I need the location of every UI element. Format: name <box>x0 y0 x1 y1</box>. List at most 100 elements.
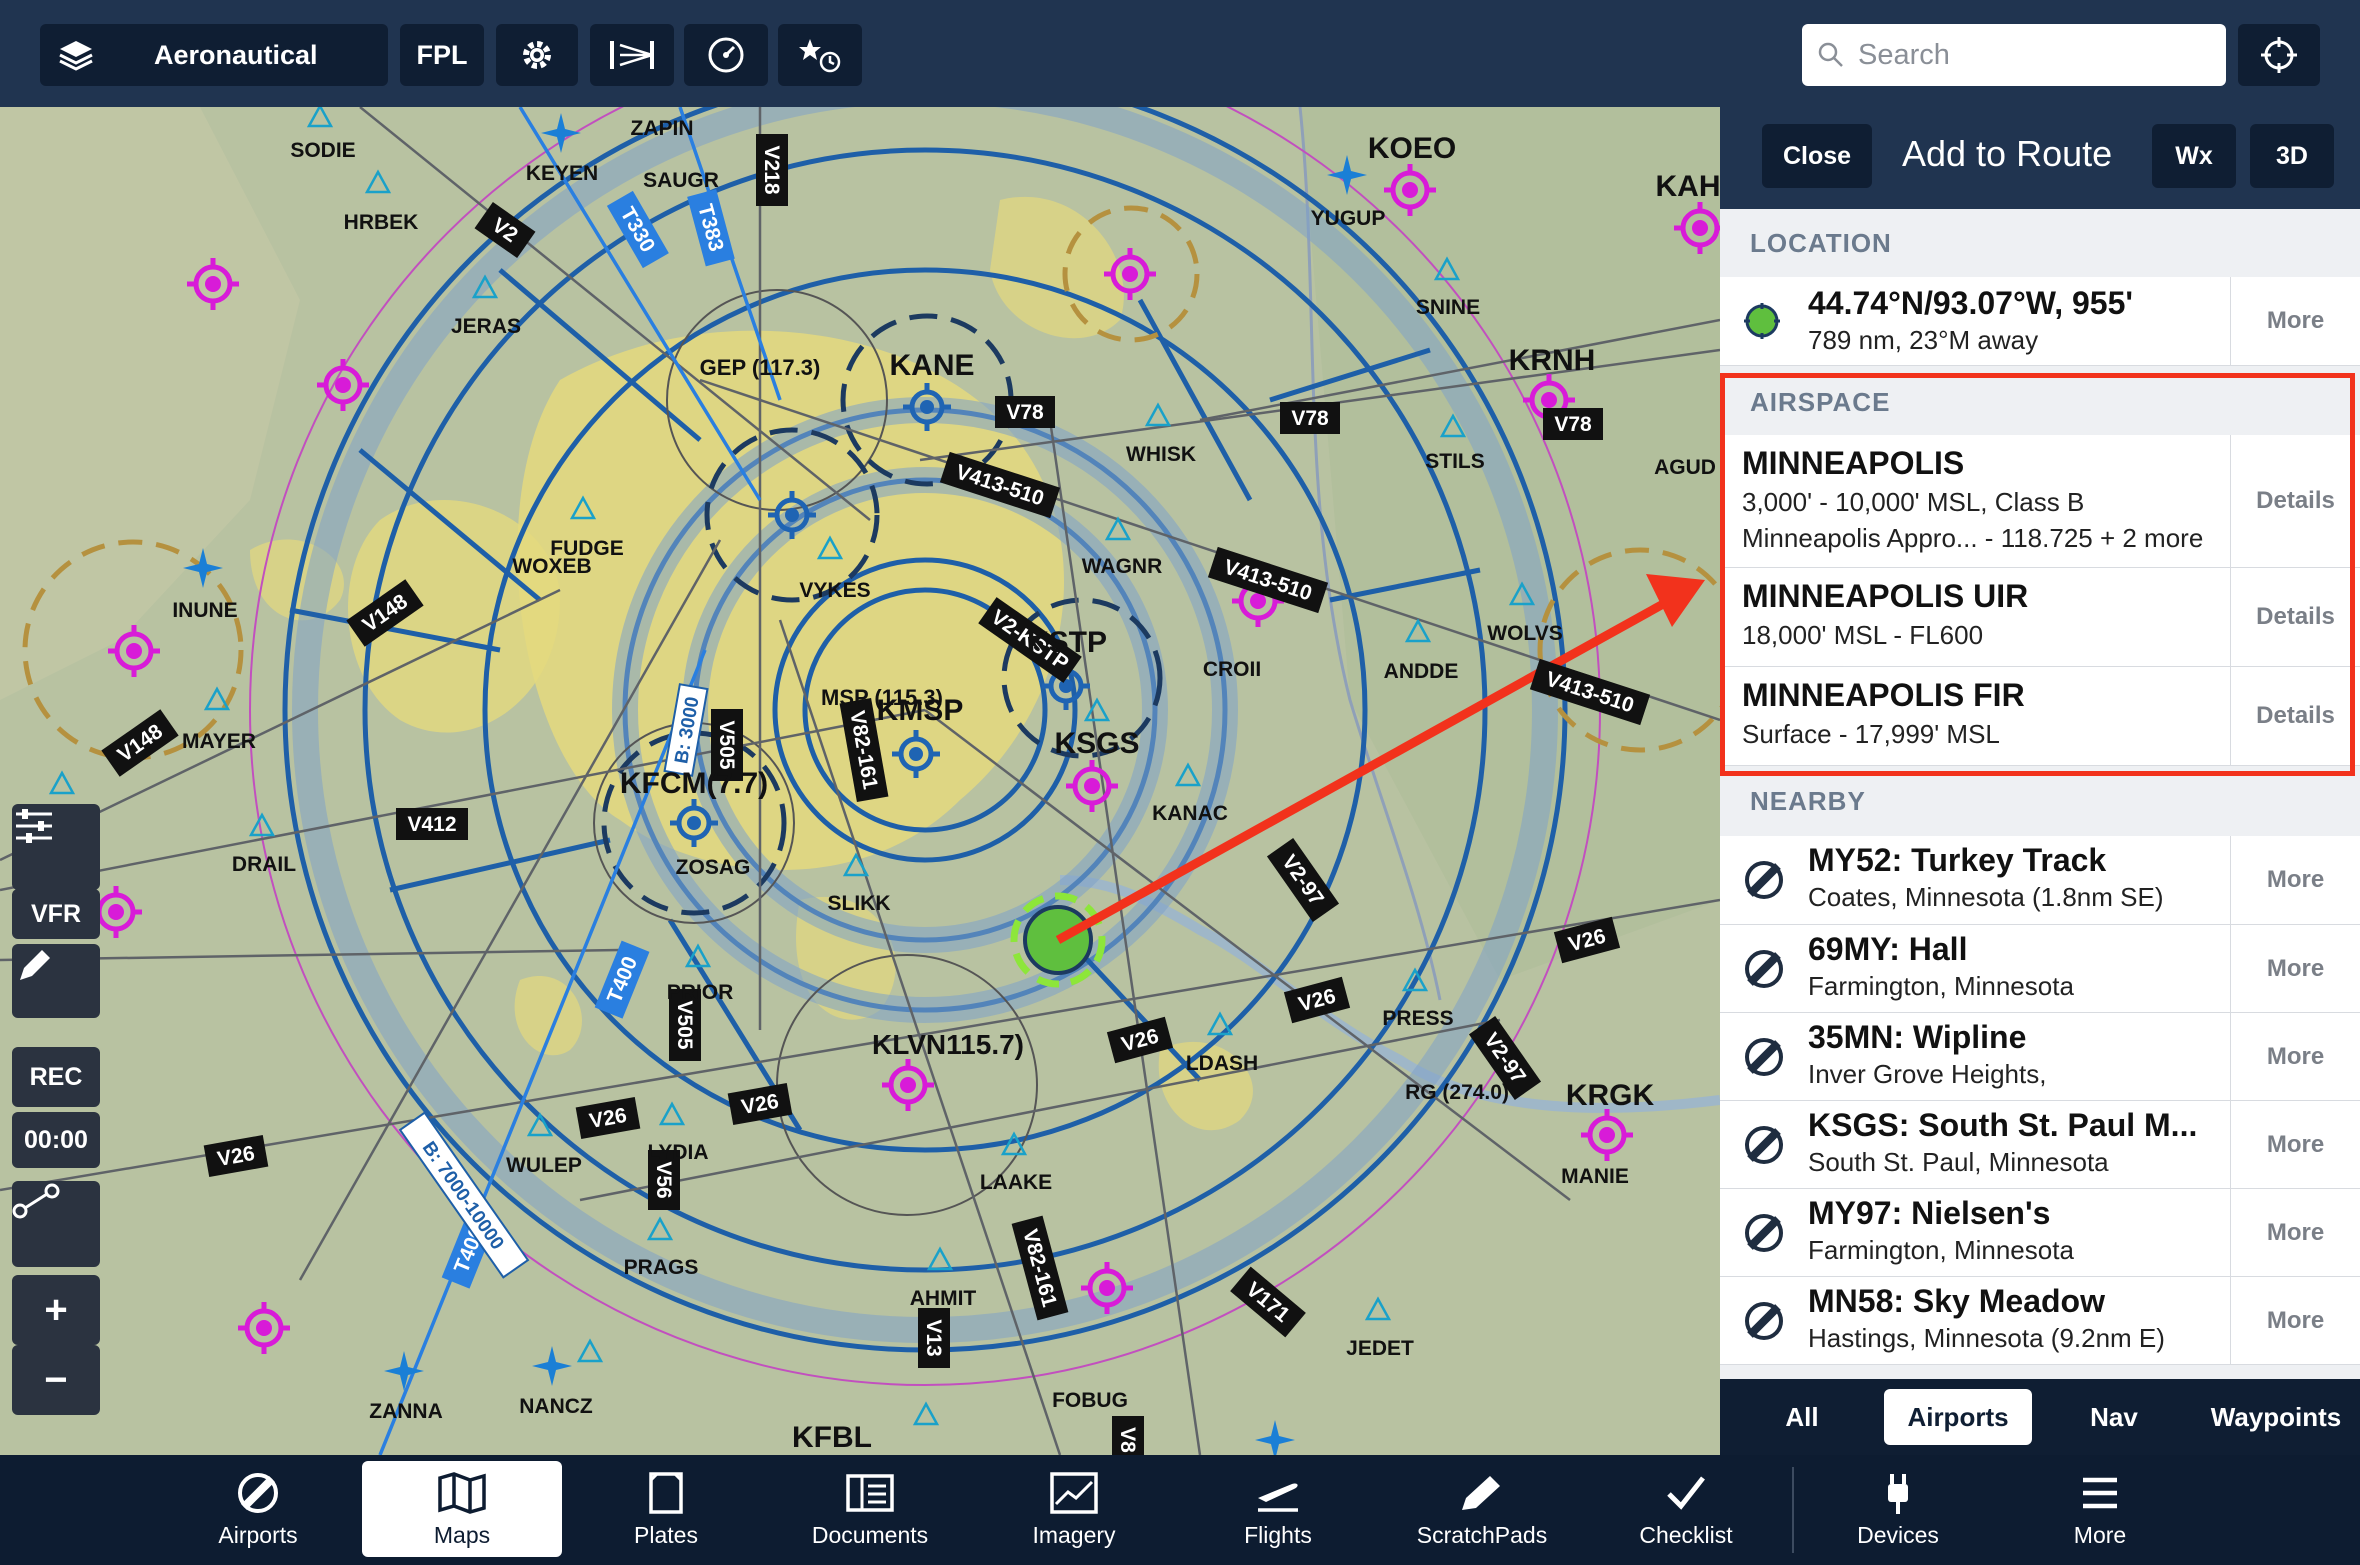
tab-devices[interactable]: Devices <box>1798 1461 1998 1557</box>
search-icon <box>1818 42 1843 67</box>
filter-waypoints[interactable]: Waypoints <box>2196 1389 2356 1445</box>
tab-documents[interactable]: Documents <box>770 1461 970 1557</box>
filter-airports[interactable]: Airports <box>1884 1389 2032 1445</box>
top-toolbar: Aeronautical FPL Search <box>0 0 2360 107</box>
star-clock-icon <box>799 39 841 73</box>
bottom-tab-bar: Airports Maps Plates Documents Imagery F… <box>0 1455 2360 1565</box>
airspace-header: AIRSPACE <box>1750 387 1891 417</box>
panel-title: Add to Route <box>1902 133 2113 174</box>
airspace-row[interactable]: MINNEAPOLIS 3,000' - 10,000' MSL, Class … <box>1720 435 2360 568</box>
svg-text:PRAGS: PRAGS <box>624 1256 699 1279</box>
nearby-more-button[interactable]: More <box>2230 1013 2360 1100</box>
nearby-row[interactable]: 69MY: Hall Farmington, Minnesota More <box>1720 925 2360 1013</box>
airspace-details-button[interactable]: Details <box>2230 568 2360 666</box>
gauge-icon <box>708 37 744 73</box>
tab-airports[interactable]: Airports <box>158 1461 358 1557</box>
nearby-row[interactable]: MY97: Nielsen's Farmington, Minnesota Mo… <box>1720 1189 2360 1277</box>
svg-text:WOLVS: WOLVS <box>1487 622 1562 645</box>
tab-scratchpads[interactable]: ScratchPads <box>1382 1461 1582 1557</box>
filter-nav[interactable]: Nav <box>2044 1389 2184 1445</box>
tab-checklist[interactable]: Checklist <box>1586 1461 1786 1557</box>
flights-icon <box>1258 1483 1298 1512</box>
tab-label: Documents <box>811 1522 929 1548</box>
svg-text:ZANNA: ZANNA <box>369 1400 443 1423</box>
panel-header: Close Add to Route Wx 3D <box>1720 107 2360 209</box>
airport-icon <box>1745 1302 1783 1340</box>
nearby-location: South St. Paul, Minnesota <box>1808 1147 2109 1177</box>
settings-button[interactable] <box>496 24 578 86</box>
tab-plates[interactable]: Plates <box>566 1461 766 1557</box>
close-button[interactable]: Close <box>1762 124 1872 188</box>
favorites-recents-button[interactable] <box>778 24 862 86</box>
tab-label: Imagery <box>1032 1522 1116 1548</box>
svg-text:KSTP: KSTP <box>1027 626 1107 659</box>
record-button[interactable]: REC <box>12 1047 100 1107</box>
airspace-altitudes: 3,000' - 10,000' MSL, Class B <box>1742 487 2085 517</box>
layers-button[interactable]: Aeronautical <box>40 24 388 86</box>
airspace-details-button[interactable]: Details <box>2230 667 2360 765</box>
svg-text:AHMIT: AHMIT <box>910 1287 977 1310</box>
nearby-name: MY52: Turkey Track <box>1808 842 2107 878</box>
nearby-row[interactable]: MY52: Turkey Track Coates, Minnesota (1.… <box>1720 836 2360 925</box>
svg-text:INUNE: INUNE <box>172 599 237 622</box>
tab-label: More <box>2073 1522 2127 1548</box>
zoom-in-button[interactable]: + <box>12 1275 100 1345</box>
svg-text:STILS: STILS <box>1425 450 1485 473</box>
svg-text:DRAIL: DRAIL <box>232 853 296 876</box>
location-row[interactable]: 44.74°N/93.07°W, 955' 789 nm, 23°M away … <box>1720 277 2360 366</box>
airspace-row[interactable]: MINNEAPOLIS UIR 18,000' MSL - FL600 Deta… <box>1720 568 2360 667</box>
aeronautical-map[interactable]: V2 V218 V78 V78 V78 V413-510 V413-510 V4… <box>0 107 1720 1455</box>
svg-text:WHISK: WHISK <box>1126 443 1196 466</box>
nearby-name: 35MN: Wipline <box>1808 1019 2027 1055</box>
nearby-location: Hastings, Minnesota (9.2nm E) <box>1808 1323 2165 1353</box>
location-coords: 44.74°N/93.07°W, 955' <box>1808 285 2133 321</box>
svg-text:KOEO: KOEO <box>1368 132 1456 165</box>
add-to-route-panel: Close Add to Route Wx 3D LOCATION 44.74°… <box>1720 107 2360 1455</box>
location-more-button[interactable]: More <box>2230 277 2360 365</box>
nearby-more-button[interactable]: More <box>2230 1277 2360 1364</box>
map-settings-button[interactable] <box>12 804 100 890</box>
svg-text:V78: V78 <box>1006 401 1044 424</box>
devices-icon <box>1888 1474 1908 1514</box>
tab-flights[interactable]: Flights <box>1178 1461 1378 1557</box>
nearby-more-button[interactable]: More <box>2230 1101 2360 1188</box>
nearby-name: KSGS: South St. Paul M... <box>1808 1107 2198 1143</box>
nearby-more-button[interactable]: More <box>2230 925 2360 1012</box>
svg-text:WULEP: WULEP <box>506 1154 582 1177</box>
center-location-button[interactable] <box>2238 24 2320 86</box>
route-button[interactable] <box>12 1181 100 1267</box>
sliders-icon <box>16 809 52 843</box>
svg-text:KRGK: KRGK <box>1566 1079 1655 1112</box>
crosshair-icon <box>2261 37 2297 73</box>
svg-text:GEP (117.3): GEP (117.3) <box>700 355 821 380</box>
svg-text:V78: V78 <box>1554 413 1592 436</box>
search-placeholder: Search <box>1858 38 1950 71</box>
nearby-row[interactable]: KSGS: South St. Paul M... South St. Paul… <box>1720 1101 2360 1189</box>
3d-button[interactable]: 3D <box>2250 124 2334 188</box>
nearby-row[interactable]: MN58: Sky Meadow Hastings, Minnesota (9.… <box>1720 1277 2360 1365</box>
svg-text:PRIOR: PRIOR <box>667 981 734 1004</box>
zoom-out-button[interactable]: − <box>12 1345 100 1415</box>
tab-imagery[interactable]: Imagery <box>974 1461 1174 1557</box>
nearby-location: Farmington, Minnesota <box>1808 971 2074 1001</box>
procedure-button[interactable] <box>590 24 674 86</box>
airspace-details-button[interactable]: Details <box>2230 435 2360 567</box>
airspace-row[interactable]: MINNEAPOLIS FIR Surface - 17,999' MSL De… <box>1720 667 2360 766</box>
tab-label: Maps <box>433 1522 491 1548</box>
nearby-more-button[interactable]: More <box>2230 1189 2360 1276</box>
tab-more[interactable]: More <box>2000 1461 2200 1557</box>
instruments-button[interactable] <box>684 24 768 86</box>
svg-text:MANIE: MANIE <box>1561 1165 1629 1188</box>
search-input[interactable]: Search <box>1802 24 2226 86</box>
svg-text:ANDDE: ANDDE <box>1384 660 1459 683</box>
draw-button[interactable] <box>12 944 100 1018</box>
nearby-row[interactable]: 35MN: Wipline Inver Grove Heights, More <box>1720 1013 2360 1101</box>
nearby-more-button[interactable]: More <box>2230 836 2360 924</box>
wx-button[interactable]: Wx <box>2152 124 2236 188</box>
svg-text:WOXEB: WOXEB <box>512 555 591 578</box>
tab-maps[interactable]: Maps <box>362 1461 562 1557</box>
fpl-button[interactable]: FPL <box>400 24 484 86</box>
plus-icon: + <box>44 1287 68 1332</box>
filter-all[interactable]: All <box>1732 1389 1872 1445</box>
vfr-toggle[interactable]: VFR <box>12 889 100 939</box>
